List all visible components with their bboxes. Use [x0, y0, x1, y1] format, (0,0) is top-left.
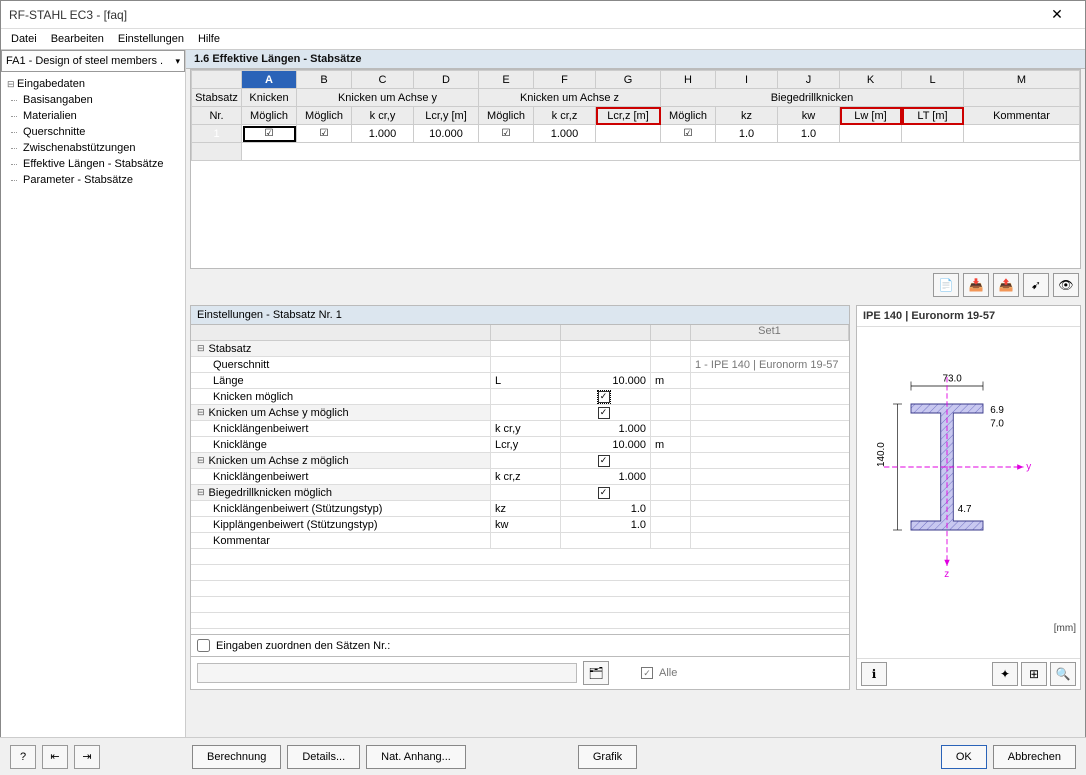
checkbox[interactable]: ☑: [479, 125, 534, 143]
assign-row: Eingaben zuordnen den Sätzen Nr.:: [190, 635, 850, 657]
svg-text:73.0: 73.0: [943, 374, 963, 385]
preview-canvas[interactable]: 73.0 140.0 6.9 7.0 4.7 y z: [857, 327, 1080, 658]
sidebar: FA1 - Design of steel members . ▾ Eingab…: [1, 50, 186, 743]
view-icon[interactable]: 👁: [1053, 273, 1079, 297]
close-icon[interactable]: ✕: [1037, 6, 1077, 23]
prev-icon[interactable]: ⇤: [42, 745, 68, 769]
values-icon[interactable]: ⊞: [1021, 662, 1047, 686]
axis-icon[interactable]: ✦: [992, 662, 1018, 686]
print-preview-icon[interactable]: 🔍: [1050, 662, 1076, 686]
case-combo[interactable]: FA1 - Design of steel members . ▾: [1, 50, 185, 72]
assign-input[interactable]: [197, 663, 577, 683]
svg-text:6.9: 6.9: [990, 405, 1004, 416]
tree-item[interactable]: Zwischenabstützungen: [1, 140, 185, 156]
bottombar: ? ⇤ ⇥ Berechnung Details... Nat. Anhang.…: [0, 737, 1086, 775]
titlebar: RF-STAHL EC3 - [faq] ✕: [1, 1, 1085, 29]
menu-settings[interactable]: Einstellungen: [118, 33, 184, 45]
menubar: Datei Bearbeiten Einstellungen Hilfe: [1, 29, 1085, 50]
tree-item[interactable]: Basisangaben: [1, 92, 185, 108]
export-excel-icon[interactable]: 📄: [933, 273, 959, 297]
settings-header: Einstellungen - Stabsatz Nr. 1: [190, 305, 850, 324]
section-header: 1.6 Effektive Längen - Stabsätze: [186, 50, 1085, 69]
svg-text:140.0: 140.0: [876, 442, 887, 467]
chevron-down-icon: ▾: [175, 56, 180, 67]
table-row[interactable]: 1 ☑ ☑ 1.000 10.000 ☑ 1.000 ☑ 1.0 1.0: [192, 125, 1080, 143]
window-title: RF-STAHL EC3 - [faq]: [9, 8, 1037, 22]
grid-effective-lengths[interactable]: A BCD EFG HIJ KLM Stabsatz Knicken Knick…: [190, 69, 1081, 269]
cancel-button[interactable]: Abbrechen: [993, 745, 1076, 769]
export-icon[interactable]: 📤: [993, 273, 1019, 297]
grid-toolbar: 📄 📥 📤 ➹ 👁: [186, 269, 1085, 301]
nav-tree: Eingabedaten Basisangaben Materialien Qu…: [1, 72, 185, 732]
checkbox[interactable]: ☑: [297, 125, 352, 143]
annex-button[interactable]: Nat. Anhang...: [366, 745, 466, 769]
preview-title: IPE 140 | Euronorm 19-57: [857, 306, 1080, 327]
tree-item[interactable]: Effektive Längen - Stabsätze: [1, 156, 185, 172]
checkbox[interactable]: ☑: [661, 125, 716, 143]
pick-icon[interactable]: ➹: [1023, 273, 1049, 297]
pick-sets-icon[interactable]: 🗂: [583, 661, 609, 685]
menu-edit[interactable]: Bearbeiten: [51, 33, 104, 45]
ok-button[interactable]: OK: [941, 745, 987, 769]
svg-text:4.7: 4.7: [958, 504, 972, 515]
tree-item[interactable]: Materialien: [1, 108, 185, 124]
assign-checkbox[interactable]: [197, 639, 210, 652]
menu-help[interactable]: Hilfe: [198, 33, 220, 45]
tree-item[interactable]: Querschnitte: [1, 124, 185, 140]
details-button[interactable]: Details...: [287, 745, 360, 769]
preview-panel: IPE 140 | Euronorm 19-57: [856, 305, 1081, 690]
main-panel: 1.6 Effektive Längen - Stabsätze A BCD E…: [186, 50, 1085, 743]
tree-root[interactable]: Eingabedaten: [1, 76, 185, 92]
checkbox[interactable]: ☑: [242, 125, 297, 143]
alle-checkbox[interactable]: ✓: [641, 667, 653, 679]
grafik-button[interactable]: Grafik: [578, 745, 637, 769]
next-icon[interactable]: ⇥: [74, 745, 100, 769]
info-icon[interactable]: ℹ: [861, 662, 887, 686]
tree-item[interactable]: Parameter - Stabsätze: [1, 172, 185, 188]
import-icon[interactable]: 📥: [963, 273, 989, 297]
help-icon[interactable]: ?: [10, 745, 36, 769]
calc-button[interactable]: Berechnung: [192, 745, 281, 769]
svg-text:z: z: [944, 569, 949, 580]
svg-text:7.0: 7.0: [990, 419, 1004, 430]
menu-file[interactable]: Datei: [11, 33, 37, 45]
svg-text:y: y: [1026, 462, 1031, 473]
settings-grid[interactable]: Set1 ⊟Stabsatz Querschnitt1 - IPE 140 | …: [190, 324, 850, 635]
